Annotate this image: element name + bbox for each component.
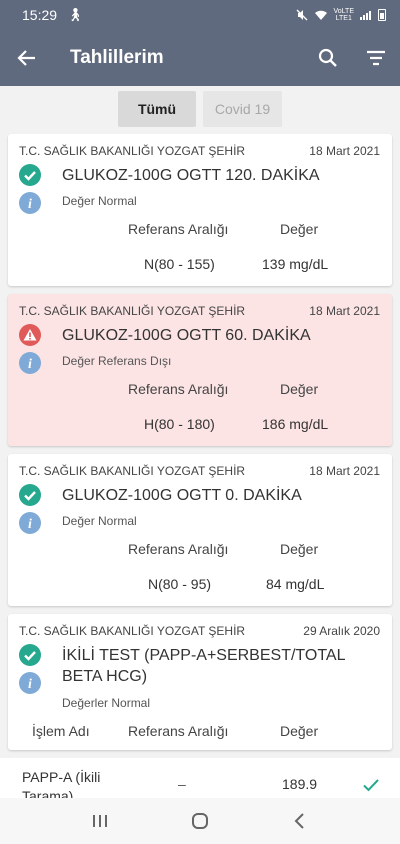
value-header: Değer xyxy=(280,723,319,739)
chip-all[interactable]: Tümü xyxy=(118,91,196,127)
filter-button[interactable] xyxy=(352,30,400,86)
filter-chips: Tümü Covid 19 xyxy=(0,86,400,134)
back-chevron-icon xyxy=(294,813,304,829)
svg-text:i: i xyxy=(28,357,32,372)
check-icon xyxy=(363,779,379,792)
result-value: 139 mg/dL xyxy=(262,256,329,272)
result-card-alert[interactable]: T.C. SAĞLIK BAKANLIĞI YOZGAT ŞEHİR 18 Ma… xyxy=(8,294,392,446)
app-bar: Tahlillerim xyxy=(0,30,400,86)
test-name: GLUKOZ-100G OGTT 60. DAKİKA xyxy=(62,327,311,344)
svg-text:i: i xyxy=(28,197,32,212)
test-name: GLUKOZ-100G OGTT 0. DAKİKA xyxy=(62,487,302,504)
filter-icon xyxy=(367,50,385,66)
info-icon[interactable]: i xyxy=(19,192,41,214)
home-icon xyxy=(192,813,208,829)
result-value: 186 mg/dL xyxy=(262,416,329,432)
result-date: 18 Mart 2021 xyxy=(309,464,380,478)
recent-apps-button[interactable] xyxy=(80,801,120,841)
search-icon xyxy=(318,48,337,67)
result-value: 189.9 xyxy=(282,776,318,792)
status-icons: VoLTE LTE1 xyxy=(296,8,386,22)
back-arrow-icon xyxy=(17,50,35,66)
procedure-name: PAPP-A (İkili Tarama) xyxy=(22,769,101,798)
result-date: 29 Aralık 2020 xyxy=(303,624,380,638)
check-circle-icon xyxy=(19,644,41,666)
system-nav-bar xyxy=(0,798,400,844)
page-title: Tahlillerim xyxy=(70,47,164,68)
wifi-icon xyxy=(314,10,327,20)
result-date: 18 Mart 2021 xyxy=(309,304,380,318)
result-status: Değer Normal xyxy=(62,514,137,528)
institution-name: T.C. SAĞLIK BAKANLIĞI YOZGAT ŞEHİR xyxy=(19,464,246,478)
warning-circle-icon xyxy=(19,324,41,346)
back-button[interactable] xyxy=(0,30,54,86)
chip-covid-19[interactable]: Covid 19 xyxy=(203,91,282,127)
app-screen: 15:29 🚶︎ VoLTE LTE1 Tahlillerim Tümü Covi… xyxy=(0,0,400,844)
result-status: Değer Referans Dışı xyxy=(62,354,172,368)
reference-range-header: Referans Aralığı xyxy=(128,221,229,237)
results-list: T.C. SAĞLIK BAKANLIĞI YOZGAT ŞEHİR 18 Ma… xyxy=(0,134,400,798)
info-icon[interactable]: i xyxy=(19,672,41,694)
result-card[interactable]: T.C. SAĞLIK BAKANLIĞI YOZGAT ŞEHİR 18 Ma… xyxy=(8,454,392,606)
reference-range-header: Referans Aralığı xyxy=(128,381,229,397)
reference-range-value: N(80 - 155) xyxy=(144,256,215,272)
result-card[interactable]: T.C. SAĞLIK BAKANLIĞI YOZGAT ŞEHİR 29 Ar… xyxy=(8,614,392,750)
value-header: Değer xyxy=(280,221,319,237)
test-name: GLUKOZ-100G OGTT 120. DAKİKA xyxy=(62,167,320,184)
table-row[interactable]: PAPP-A (İkili Tarama) – 189.9 xyxy=(0,758,400,798)
check-circle-icon xyxy=(19,484,41,506)
svg-text:i: i xyxy=(28,677,32,692)
value-header: Değer xyxy=(280,541,319,557)
search-button[interactable] xyxy=(304,30,352,86)
reference-range-header: Referans Aralığı xyxy=(128,723,229,739)
result-value: 84 mg/dL xyxy=(266,576,325,592)
reference-range-value: H(80 - 180) xyxy=(144,416,215,432)
test-name: İKİLİ TEST (PAPP-A+SERBEST/TOTAL BETA HC… xyxy=(62,647,345,685)
home-button[interactable] xyxy=(180,801,220,841)
reference-range-value: – xyxy=(178,776,186,792)
info-icon[interactable]: i xyxy=(19,352,41,374)
check-circle-icon xyxy=(19,164,41,186)
back-nav-button[interactable] xyxy=(280,801,320,841)
value-header: Değer xyxy=(280,381,319,397)
signal-icon xyxy=(360,11,371,20)
result-date: 18 Mart 2021 xyxy=(309,144,380,158)
status-bar: 15:29 🚶︎ VoLTE LTE1 xyxy=(0,0,400,30)
result-status: Değer Normal xyxy=(62,194,137,208)
svg-text:i: i xyxy=(28,517,32,532)
result-card[interactable]: T.C. SAĞLIK BAKANLIĞI YOZGAT ŞEHİR 18 Ma… xyxy=(8,134,392,286)
walking-icon: 🚶︎ xyxy=(67,7,84,22)
institution-name: T.C. SAĞLIK BAKANLIĞI YOZGAT ŞEHİR xyxy=(19,304,246,318)
network-label: VoLTE LTE1 xyxy=(333,8,355,22)
reference-range-header: Referans Aralığı xyxy=(128,541,229,557)
institution-name: T.C. SAĞLIK BAKANLIĞI YOZGAT ŞEHİR xyxy=(19,624,246,638)
institution-name: T.C. SAĞLIK BAKANLIĞI YOZGAT ŞEHİR xyxy=(19,144,246,158)
status-time: 15:29 xyxy=(22,7,58,23)
info-icon[interactable]: i xyxy=(19,512,41,534)
mute-icon xyxy=(296,9,307,21)
result-status: Değerler Normal xyxy=(62,696,151,710)
recent-apps-icon xyxy=(93,815,107,827)
battery-icon xyxy=(378,9,386,21)
procedure-name-header: İşlem Adı xyxy=(32,723,90,739)
reference-range-value: N(80 - 95) xyxy=(148,576,212,592)
